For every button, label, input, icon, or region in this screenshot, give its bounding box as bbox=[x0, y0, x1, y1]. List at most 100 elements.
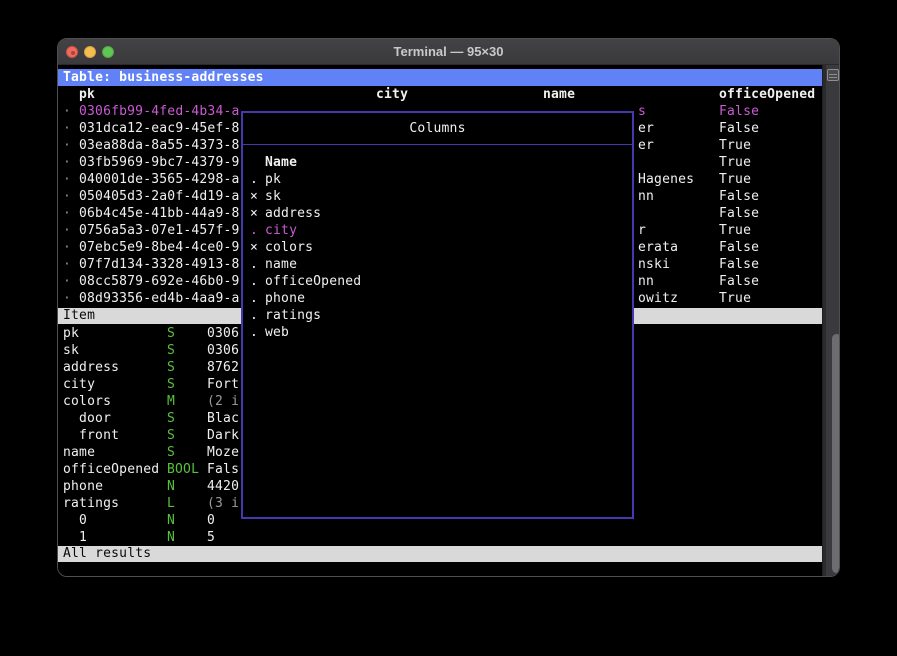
column-item-name: address bbox=[265, 205, 321, 222]
column-item-name: colors bbox=[265, 239, 313, 256]
cell-pk: 08d93356-ed4b-4aa9-a bbox=[79, 290, 240, 307]
row-marker-icon: · bbox=[63, 188, 71, 205]
attribute-value: Blac bbox=[207, 410, 239, 427]
column-item-name: officeOpened bbox=[265, 273, 361, 290]
row-marker-icon: · bbox=[63, 239, 71, 256]
column-visibility-marker-icon: . bbox=[250, 256, 258, 273]
cell-name-fragment: nn bbox=[638, 273, 654, 290]
cell-officeOpened: True bbox=[719, 222, 751, 239]
attribute-type: N bbox=[167, 512, 175, 529]
column-header-city: city bbox=[376, 86, 408, 103]
column-list-item[interactable]: . pk bbox=[243, 171, 632, 188]
cell-pk: 031dca12-eac9-45ef-8 bbox=[79, 120, 240, 137]
column-list-item[interactable]: .ratings bbox=[243, 307, 632, 324]
attribute-type: N bbox=[167, 529, 175, 546]
cell-pk: 040001de-3565-4298-a bbox=[79, 171, 240, 188]
window-title: Terminal — 95×30 bbox=[58, 39, 839, 65]
cell-officeOpened: False bbox=[719, 239, 759, 256]
row-marker-icon: · bbox=[63, 205, 71, 222]
terminal-screen[interactable]: Table: business-addresses pk city name o… bbox=[58, 65, 840, 577]
cell-officeOpened: False bbox=[719, 205, 759, 222]
attribute-type: S bbox=[167, 342, 175, 359]
attribute-type: S bbox=[167, 427, 175, 444]
table-title-bar: Table: business-addresses bbox=[58, 69, 823, 86]
column-list-item[interactable]: . officeOpened bbox=[243, 273, 632, 290]
column-list-item[interactable]: . web bbox=[243, 324, 632, 341]
column-list-item[interactable]: .phone bbox=[243, 290, 632, 307]
cell-officeOpened: False bbox=[719, 188, 759, 205]
row-marker-icon: · bbox=[63, 171, 71, 188]
column-item-name: web bbox=[265, 324, 289, 341]
cell-officeOpened: True bbox=[719, 171, 751, 188]
column-visibility-marker-icon: . bbox=[250, 273, 258, 290]
terminal-window: Terminal — 95×30 Table: business-address… bbox=[57, 38, 840, 577]
column-visibility-marker-icon: . bbox=[250, 324, 258, 341]
column-visibility-marker-icon: × bbox=[250, 205, 258, 222]
title-bar[interactable]: Terminal — 95×30 bbox=[58, 39, 839, 65]
attribute-value: (2 i bbox=[207, 393, 239, 410]
column-list-item[interactable]: × address bbox=[243, 205, 632, 222]
attribute-type: L bbox=[167, 495, 175, 512]
attribute-name: 1 bbox=[79, 529, 87, 546]
attribute-name: sk bbox=[63, 342, 79, 359]
cell-pk: 03ea88da-8a55-4373-8 bbox=[79, 137, 240, 154]
attribute-value: 4420 bbox=[207, 478, 239, 495]
cell-pk: 06b4c45e-41bb-44a9-8 bbox=[79, 205, 240, 222]
item-attribute-row[interactable]: 1 N 5 bbox=[58, 529, 823, 546]
cell-name-fragment: r bbox=[638, 222, 646, 239]
column-visibility-marker-icon: × bbox=[250, 188, 258, 205]
attribute-value: Fort bbox=[207, 376, 239, 393]
row-marker-icon: · bbox=[63, 290, 71, 307]
cell-officeOpened: False bbox=[719, 103, 759, 120]
column-item-name: sk bbox=[265, 188, 281, 205]
attribute-name: city bbox=[63, 376, 95, 393]
attribute-value: 0306 bbox=[207, 325, 239, 342]
cell-pk: 050405d3-2a0f-4d19-a bbox=[79, 188, 240, 205]
column-header-pk: pk bbox=[79, 86, 95, 103]
column-item-name: name bbox=[265, 256, 297, 273]
attribute-type: N bbox=[167, 478, 175, 495]
split-pane-icon[interactable] bbox=[827, 69, 839, 81]
row-marker-icon: · bbox=[63, 222, 71, 239]
attribute-name: pk bbox=[63, 325, 79, 342]
cell-name-fragment: nski bbox=[638, 256, 670, 273]
column-header-name: name bbox=[543, 86, 575, 103]
cell-name-fragment: nn bbox=[638, 188, 654, 205]
attribute-name: name bbox=[63, 444, 95, 461]
row-marker-icon: · bbox=[63, 120, 71, 137]
scrollbar-track[interactable] bbox=[826, 65, 840, 577]
row-marker-icon: · bbox=[63, 103, 71, 120]
cell-officeOpened: False bbox=[719, 273, 759, 290]
attribute-value: (3 i bbox=[207, 495, 239, 512]
cell-pk: 0756a5a3-07e1-457f-9 bbox=[79, 222, 240, 239]
column-list-item[interactable]: × sk bbox=[243, 188, 632, 205]
columns-dialog: Columns Name .pk×sk×address.city×colors.… bbox=[241, 111, 634, 519]
column-visibility-marker-icon: . bbox=[250, 307, 258, 324]
column-list-item[interactable]: .city bbox=[243, 222, 632, 239]
column-list-item[interactable]: . name bbox=[243, 256, 632, 273]
attribute-value: 0306 bbox=[207, 342, 239, 359]
columns-dialog-name-header: Name bbox=[265, 154, 297, 171]
column-item-name: pk bbox=[265, 171, 281, 188]
attribute-type: S bbox=[167, 410, 175, 427]
column-header-officeOpened: officeOpened bbox=[719, 86, 815, 103]
cell-pk: 0306fb99-4fed-4b34-a bbox=[79, 103, 240, 120]
column-list-item[interactable]: ×colors bbox=[243, 239, 632, 256]
cell-pk: 07ebc5e9-8be4-4ce0-9 bbox=[79, 239, 240, 256]
cell-name-fragment: owitz bbox=[638, 290, 678, 307]
scrollbar-thumb[interactable] bbox=[832, 334, 841, 573]
attribute-value: 5 bbox=[207, 529, 215, 546]
column-visibility-marker-icon: . bbox=[250, 171, 258, 188]
scrollbar[interactable] bbox=[822, 65, 839, 577]
cell-pk: 08cc5879-692e-46b0-9 bbox=[79, 273, 240, 290]
cell-pk: 03fb5969-9bc7-4379-9 bbox=[79, 154, 240, 171]
attribute-name: door bbox=[79, 410, 111, 427]
cell-pk: 07f7d134-3328-4913-8 bbox=[79, 256, 240, 273]
column-visibility-marker-icon: . bbox=[250, 290, 258, 307]
row-marker-icon: · bbox=[63, 154, 71, 171]
attribute-type: S bbox=[167, 376, 175, 393]
cell-officeOpened: True bbox=[719, 154, 751, 171]
attribute-value: Fals bbox=[207, 461, 239, 478]
columns-dialog-divider bbox=[243, 144, 632, 145]
status-bar: All results bbox=[58, 546, 823, 562]
